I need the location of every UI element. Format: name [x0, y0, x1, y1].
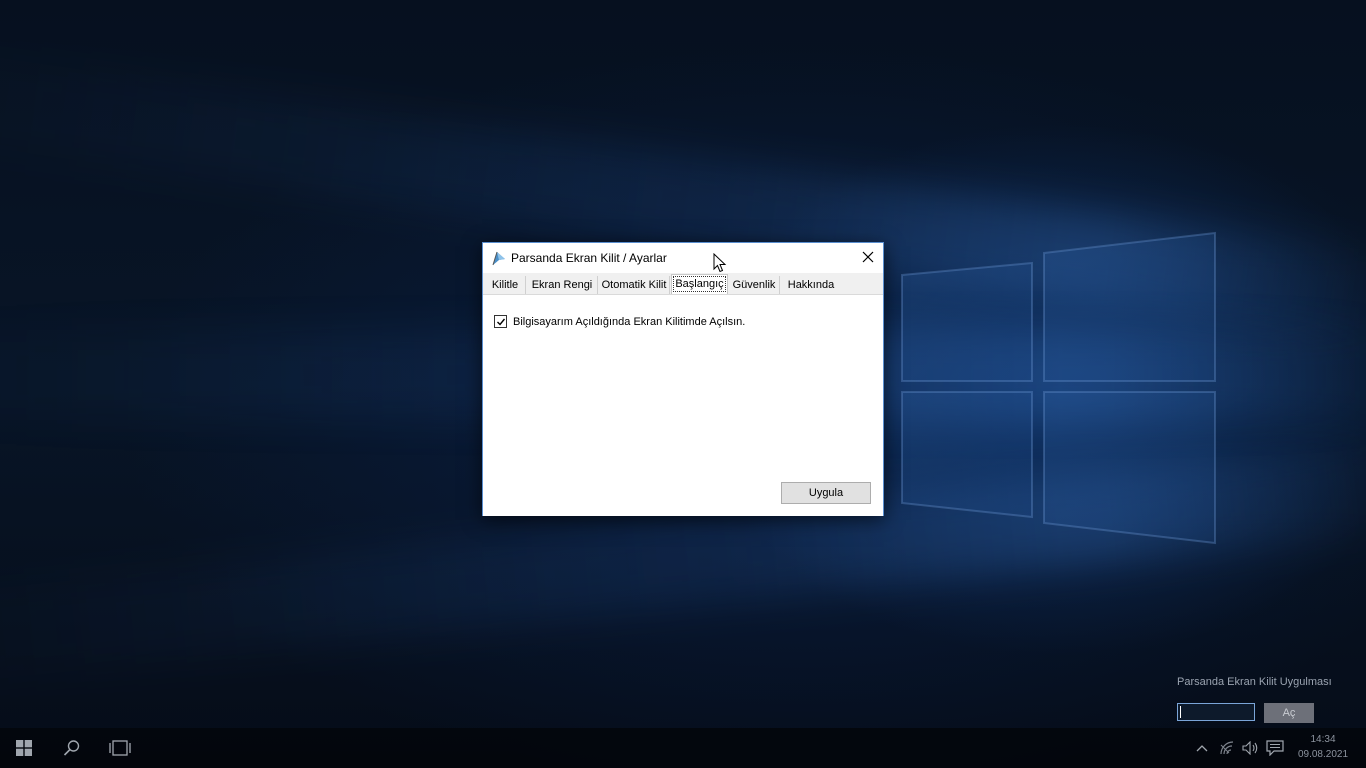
taskbar-clock[interactable]: 14:34 09.08.2021 — [1290, 732, 1356, 762]
close-button[interactable] — [853, 243, 883, 271]
checkmark-icon — [496, 318, 505, 326]
app-flag-icon — [492, 251, 505, 266]
notification-icon — [1266, 740, 1284, 756]
settings-dialog: Parsanda Ekran Kilit / Ayarlar Kilitle E… — [482, 242, 884, 516]
startup-checkbox-row[interactable]: Bilgisayarım Açıldığında Ekran Kilitimde… — [494, 315, 745, 328]
mouse-cursor-icon — [713, 253, 727, 273]
action-center-button[interactable] — [1264, 738, 1286, 758]
tab-guvenlik[interactable]: Güvenlik — [729, 276, 780, 294]
open-button[interactable]: Aç — [1264, 703, 1314, 723]
startup-checkbox-label: Bilgisayarım Açıldığında Ekran Kilitimde… — [513, 315, 746, 328]
chevron-up-icon — [1196, 745, 1208, 752]
startup-checkbox[interactable] — [494, 315, 507, 328]
tab-panel-baslangic: Bilgisayarım Açıldığında Ekran Kilitimde… — [483, 294, 883, 516]
mini-app-title: Parsanda Ekran Kilit Uygulması — [1177, 676, 1332, 688]
volume-button[interactable] — [1240, 738, 1262, 758]
start-button[interactable] — [0, 728, 48, 768]
windows-wallpaper-logo — [901, 231, 1216, 545]
tab-hakkinda[interactable]: Hakkında — [781, 276, 841, 294]
task-view-button[interactable] — [96, 728, 144, 768]
search-icon — [63, 740, 80, 756]
tab-baslangic[interactable]: Başlangıç — [671, 274, 728, 294]
tab-otomatik-kilit[interactable]: Otomatik Kilit — [599, 276, 670, 294]
task-view-icon — [109, 740, 131, 756]
dialog-title: Parsanda Ekran Kilit / Ayarlar — [511, 251, 667, 265]
password-input[interactable] — [1177, 703, 1255, 721]
windows-start-icon — [16, 740, 32, 756]
tab-strip: Kilitle Ekran Rengi Otomatik Kilit Başla… — [483, 273, 883, 294]
clock-time: 14:34 — [1310, 734, 1336, 745]
taskbar: 14:34 09.08.2021 — [0, 728, 1366, 768]
tab-kilitle[interactable]: Kilitle — [485, 276, 526, 294]
apply-button[interactable]: Uygula — [781, 482, 871, 504]
clock-date: 09.08.2021 — [1297, 749, 1349, 760]
show-hidden-icons-button[interactable] — [1191, 738, 1213, 758]
network-button[interactable] — [1216, 738, 1238, 758]
close-icon — [862, 251, 874, 263]
text-caret — [1180, 706, 1181, 718]
network-icon — [1220, 741, 1234, 755]
tab-ekran-rengi[interactable]: Ekran Rengi — [527, 276, 598, 294]
dialog-titlebar[interactable]: Parsanda Ekran Kilit / Ayarlar — [483, 243, 883, 273]
volume-icon — [1242, 741, 1258, 755]
search-button[interactable] — [48, 728, 96, 768]
